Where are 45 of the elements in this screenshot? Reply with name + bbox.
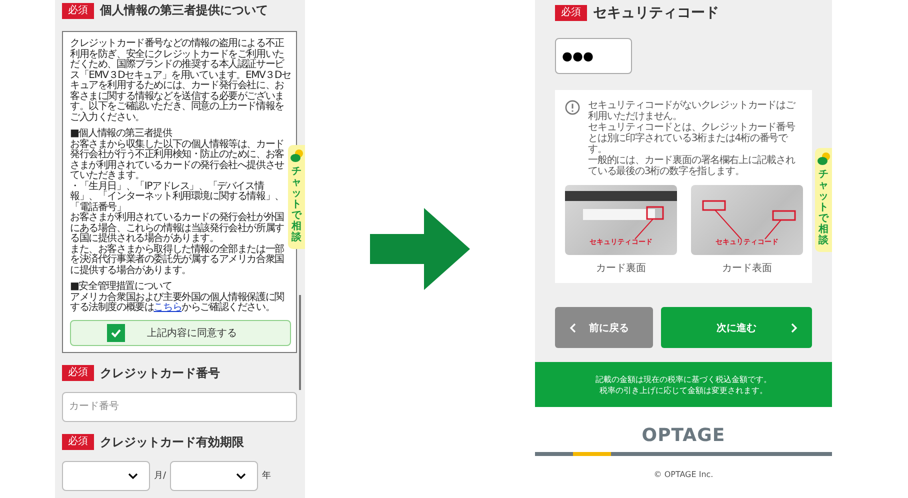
month-select[interactable]: [62, 460, 150, 490]
consent-text: ■安全管理措置について: [70, 282, 172, 292]
chat-consult-label: チャットで相談: [292, 166, 302, 243]
security-code-field[interactable]: ●●●: [555, 38, 632, 74]
next-button[interactable]: 次に進む: [661, 307, 812, 348]
chat-consult-tab[interactable]: チャットで相談: [815, 148, 832, 252]
arrow-right-icon: [370, 208, 470, 290]
company-logo: OPTAGE: [642, 425, 726, 446]
consent-text: アメリカ合衆国および主要外国の個人情報保護に関する法制度の概要はこちらからご確認ください。: [70, 292, 285, 314]
year-unit: 年: [262, 470, 272, 482]
back-button[interactable]: 前に戻る: [555, 307, 653, 348]
card-caption: カード裏面: [596, 262, 646, 275]
chat-bubble-icon: [290, 149, 304, 163]
tax-notice-text: 税率の引き上げに応じて金額は変更されます。: [600, 384, 768, 396]
copyright-text: © OPTAGE Inc.: [654, 470, 714, 479]
chat-bubble-icon: [816, 152, 830, 166]
consent-text: お客さまから収集した以下の個人情報等は、カード発行会社が行う不正利用検知・防止のために、お客さまが利用されているカードの発行会社へ提供させていただきます。: [70, 140, 285, 181]
consent-text: また、お客さまから取得した情報の全部または一部を決済代行事業者の委託先が属するアメリカ合衆国に提供する場合があります。: [70, 244, 285, 276]
required-badge: 必須: [62, 434, 94, 450]
notice-text: セキュリティコードがないクレジットカードはご利用いただけません。: [588, 100, 796, 122]
month-unit: 月/: [154, 470, 166, 482]
field-label: 個人情報の第三者提供について: [100, 2, 268, 19]
card-number-field[interactable]: カード番号: [62, 392, 297, 422]
consent-text: ■個人情報の第三者提供: [70, 129, 172, 139]
notice-text: 一般的には、カード裏面の署名欄右上に記載されている最後の3桁の数字を指します。: [588, 155, 796, 177]
field-label: クレジットカード番号: [100, 364, 220, 382]
field-label: クレジットカード有効期限: [100, 434, 244, 450]
consent-text: お客さまが利用されているカードの発行会社が外国にある場合、これらの情報は当該発行会社が所属する国に提供される場合があります。: [70, 213, 285, 244]
chat-consult-tab[interactable]: チャットで相談: [288, 145, 305, 249]
highlight-pointer: [634, 206, 664, 240]
consent-text: ・「生月日」、「IPアドレス」、「デバイス情報」、「インターネット利用環境に関する情報」、「電話番号」: [70, 182, 285, 212]
policy-link[interactable]: こちら: [154, 302, 182, 313]
chat-consult-label: チャットで相談: [818, 169, 828, 246]
consent-text: クレジットカード番号などの情報の盗用による不正利用を防ぎ、安全にクレジットカードをご利用いただくため、国際ブランドの推奨する本人認証サービス「EMV３Dセキュア」を用いています。EMV３Dセキュアを利用するためには、カード発行会社に、お客さまに関する情報などを送信する必要がございます。以下をご確認いただき、同意の上カード情報をご入力ください。: [70, 39, 291, 123]
tax-notice-text: 記載の金額は現在の税率に基づく税込金額です。: [596, 374, 772, 384]
required-badge: 必須: [62, 2, 94, 18]
card-caption: カード表面: [722, 262, 772, 275]
warning-icon: [565, 100, 580, 115]
signature-strip: [583, 209, 655, 220]
field-label: セキュリティコード: [593, 4, 719, 22]
notice-text: セキュリティコードとは、クレジットカード番号とは別に印字されている3桁または4桁の番号です。: [588, 122, 796, 155]
required-badge: 必須: [555, 5, 587, 21]
required-badge: 必須: [62, 365, 94, 381]
year-select[interactable]: [170, 460, 258, 490]
agree-checkbox[interactable]: 上記内容に同意する: [70, 320, 291, 346]
